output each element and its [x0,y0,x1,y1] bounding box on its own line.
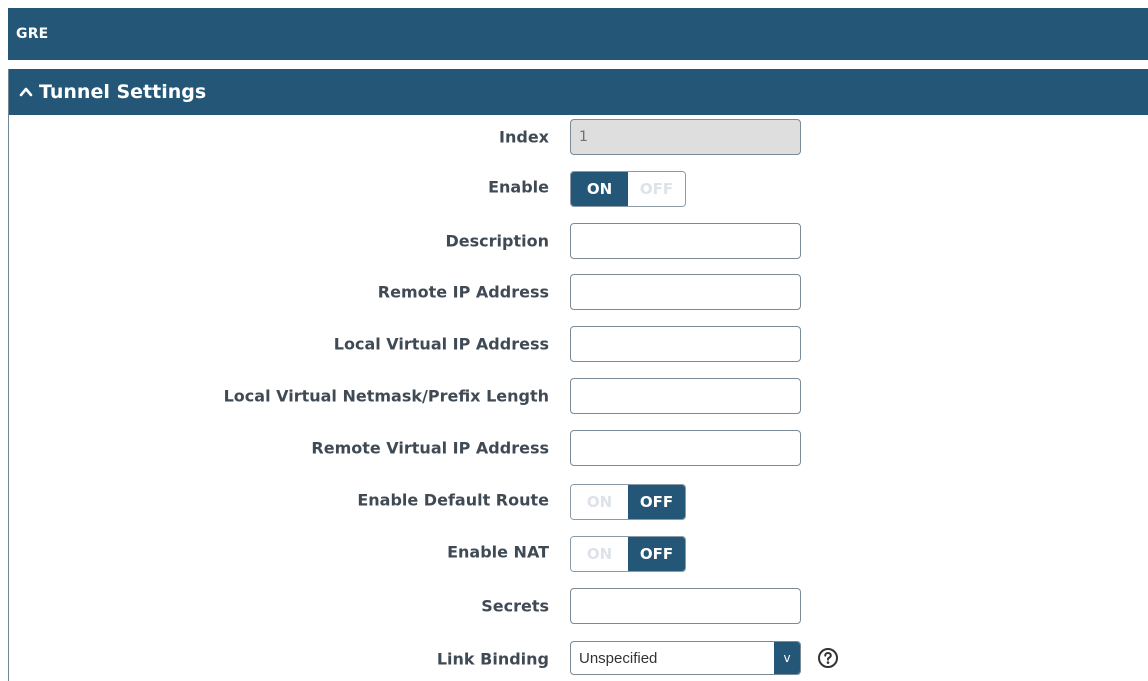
enable-nat-toggle-off[interactable]: OFF [628,537,685,571]
local-virtual-netmask-label: Local Virtual Netmask/Prefix Length [223,386,549,406]
enable-default-route-toggle-on[interactable]: ON [571,485,628,519]
tunnel-settings-panel: Tunnel Settings Index Enable ON OFF Desc… [8,69,1148,681]
section-title: Tunnel Settings [39,81,207,103]
remote-virtual-ip-row: Remote Virtual IP Address [9,430,1148,466]
enable-nat-label: Enable NAT [447,542,549,562]
enable-nat-toggle-on[interactable]: ON [571,537,628,571]
remote-virtual-ip-field[interactable] [570,430,801,466]
secrets-row: Secrets [9,588,1148,624]
description-label: Description [445,231,549,251]
enable-toggle[interactable]: ON OFF [570,171,686,207]
remote-ip-field[interactable] [570,274,801,310]
remote-virtual-ip-label: Remote Virtual IP Address [311,438,549,458]
page-header-bar: GRE [8,8,1148,60]
enable-toggle-off[interactable]: OFF [628,172,685,206]
description-field[interactable] [570,223,801,259]
enable-nat-toggle[interactable]: ON OFF [570,536,686,572]
local-virtual-ip-label: Local Virtual IP Address [333,334,549,354]
link-binding-select[interactable]: Unspecified v [570,641,801,675]
link-binding-label: Link Binding [436,649,549,669]
tunnel-settings-header[interactable]: Tunnel Settings [9,69,1148,115]
secrets-label: Secrets [481,596,549,616]
index-label: Index [499,127,549,147]
page-title: GRE [16,26,49,42]
remote-ip-label: Remote IP Address [377,282,549,302]
secrets-field[interactable] [570,588,801,624]
link-binding-row: Link Binding Unspecified v [9,641,1148,677]
link-binding-selected: Unspecified [579,649,658,667]
local-virtual-netmask-field[interactable] [570,378,801,414]
description-row: Description [9,223,1148,259]
chevron-up-icon [19,87,33,97]
enable-row: Enable ON OFF [9,169,1148,207]
index-row: Index [9,119,1148,155]
enable-default-route-row: Enable Default Route ON OFF [9,482,1148,520]
enable-nat-row: Enable NAT ON OFF [9,534,1148,572]
enable-default-route-label: Enable Default Route [357,490,549,510]
local-virtual-netmask-row: Local Virtual Netmask/Prefix Length [9,378,1148,414]
index-field [570,119,801,155]
chevron-down-icon[interactable]: v [774,642,800,674]
gre-page: GRE Tunnel Settings Index Enable ON OFF … [0,0,1148,681]
enable-toggle-on[interactable]: ON [571,172,628,206]
enable-default-route-toggle-off[interactable]: OFF [628,485,685,519]
enable-label: Enable [488,177,549,197]
question-circle-icon[interactable] [817,647,839,669]
remote-ip-row: Remote IP Address [9,274,1148,310]
local-virtual-ip-field[interactable] [570,326,801,362]
local-virtual-ip-row: Local Virtual IP Address [9,326,1148,362]
enable-default-route-toggle[interactable]: ON OFF [570,484,686,520]
